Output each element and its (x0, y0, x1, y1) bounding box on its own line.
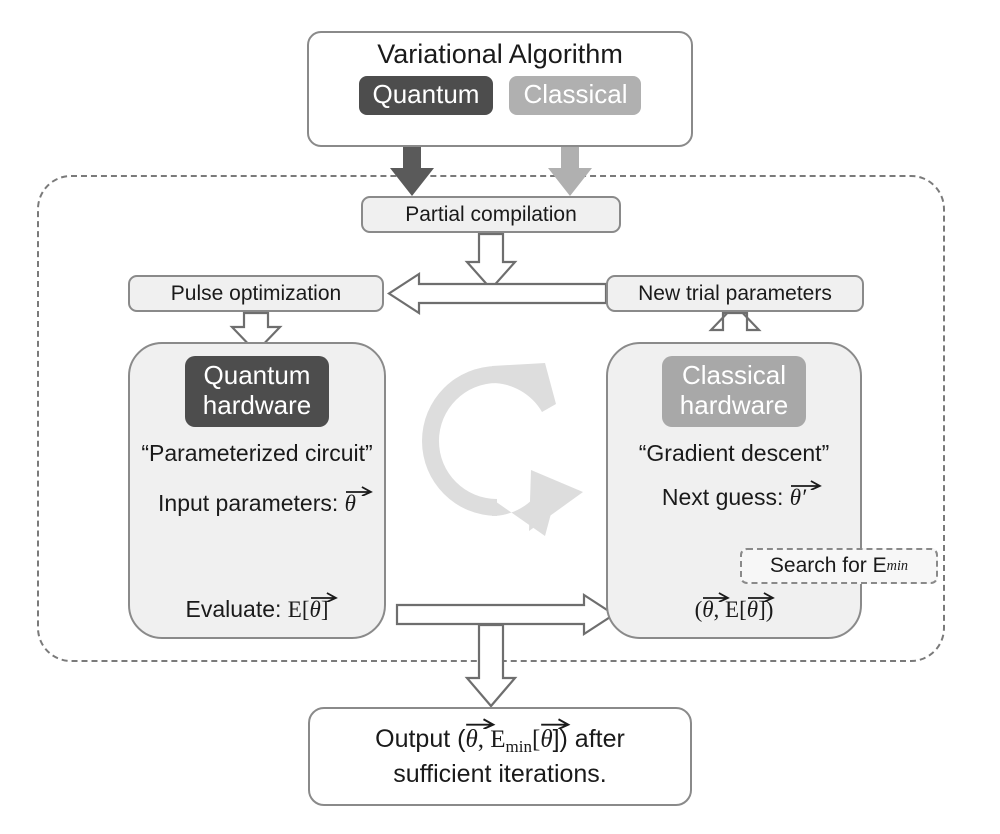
badge-classical: Classical (509, 76, 642, 115)
output-line1-prefix: Output ( (375, 724, 466, 753)
pair-comma: , (713, 597, 726, 622)
node-partial-compilation: Partial compilation (361, 196, 621, 233)
quantum-hardware-badge: Quantum hardware (184, 356, 330, 428)
classical-next-guess-symbol: θ′ (789, 485, 807, 510)
quantum-evaluate-label: Evaluate: (185, 596, 288, 622)
output-card: Output (θ, Emin[θ]) after sufficient ite… (308, 707, 692, 806)
output-energy-subscript: min (505, 736, 532, 756)
quantum-input-label: Input parameters: (158, 490, 345, 516)
quantum-panel-quote: “Parameterized circuit” (141, 440, 373, 467)
quantum-evaluate-expression: Evaluate: E[θ] (130, 592, 384, 623)
pair-paren-close: ) (765, 597, 774, 622)
diagram-canvas: Variational Algorithm Quantum Classical … (0, 0, 1000, 834)
pair-energy-theta-symbol: θ (746, 597, 759, 622)
badge-quantum: Quantum (358, 76, 494, 115)
output-theta-symbol-2: θ (540, 725, 553, 753)
theta-vector-icon: θ (702, 592, 731, 623)
panel-quantum-hardware: Quantum hardware “Parameterized circuit”… (128, 342, 386, 639)
classical-hardware-badge-line1: Classical (681, 360, 787, 390)
theta-vector-icon: θ (344, 486, 373, 517)
classical-panel-quote: “Gradient descent” (638, 440, 830, 467)
pair-energy-close: ] (758, 597, 766, 622)
annotation-search-for-emin: Search for Emin (740, 548, 938, 584)
classical-next-guess-label: Next guess: (661, 484, 790, 510)
classical-hardware-badge: Classical hardware (661, 356, 807, 428)
pair-theta-symbol: θ (702, 597, 714, 622)
evaluate-bracket-open: E[ (287, 597, 310, 622)
panel-classical-hardware: Classical hardware “Gradient descent” Ne… (606, 342, 862, 639)
quantum-input-symbol: θ (344, 491, 356, 516)
theta-vector-icon: θ (746, 592, 775, 623)
quantum-evaluate-symbol: θ (309, 597, 321, 622)
output-bracket-open: [ (531, 725, 541, 753)
badge-row: Quantum Classical (358, 76, 642, 115)
classical-hardware-badge-line2: hardware (679, 390, 789, 421)
search-for-emin-subscript: min (886, 557, 909, 574)
output-energy-label: , E (477, 725, 506, 753)
output-text: Output (θ, Emin[θ]) after sufficient ite… (375, 718, 625, 790)
output-line1-suffix: ]) after (552, 724, 625, 753)
quantum-input-parameters: Input parameters: θ (130, 486, 384, 517)
output-line2: sufficient iterations. (393, 759, 607, 788)
pair-energy-open: E[ (725, 597, 747, 622)
theta-prime-vector-icon: θ′ (789, 480, 822, 511)
theta-vector-icon: θ (465, 718, 496, 757)
node-pulse-optimization: Pulse optimization (128, 275, 384, 312)
classical-next-guess: Next guess: θ′ (608, 480, 860, 511)
output-theta-symbol: θ (465, 725, 478, 753)
pair-paren-open: ( (694, 597, 703, 622)
variational-algorithm-card: Variational Algorithm Quantum Classical (307, 31, 693, 147)
node-new-trial-parameters: New trial parameters (606, 275, 864, 312)
theta-vector-icon: θ (309, 592, 338, 623)
classical-theta-energy-pair: (θ, E[θ]) (608, 592, 860, 623)
page-title: Variational Algorithm (377, 39, 623, 69)
search-for-emin-label: Search for E (769, 554, 887, 577)
quantum-hardware-badge-line2: hardware (202, 390, 312, 421)
evaluate-bracket-close: ] (320, 597, 329, 622)
quantum-hardware-badge-line1: Quantum (203, 360, 311, 390)
theta-vector-icon: θ (540, 718, 571, 757)
